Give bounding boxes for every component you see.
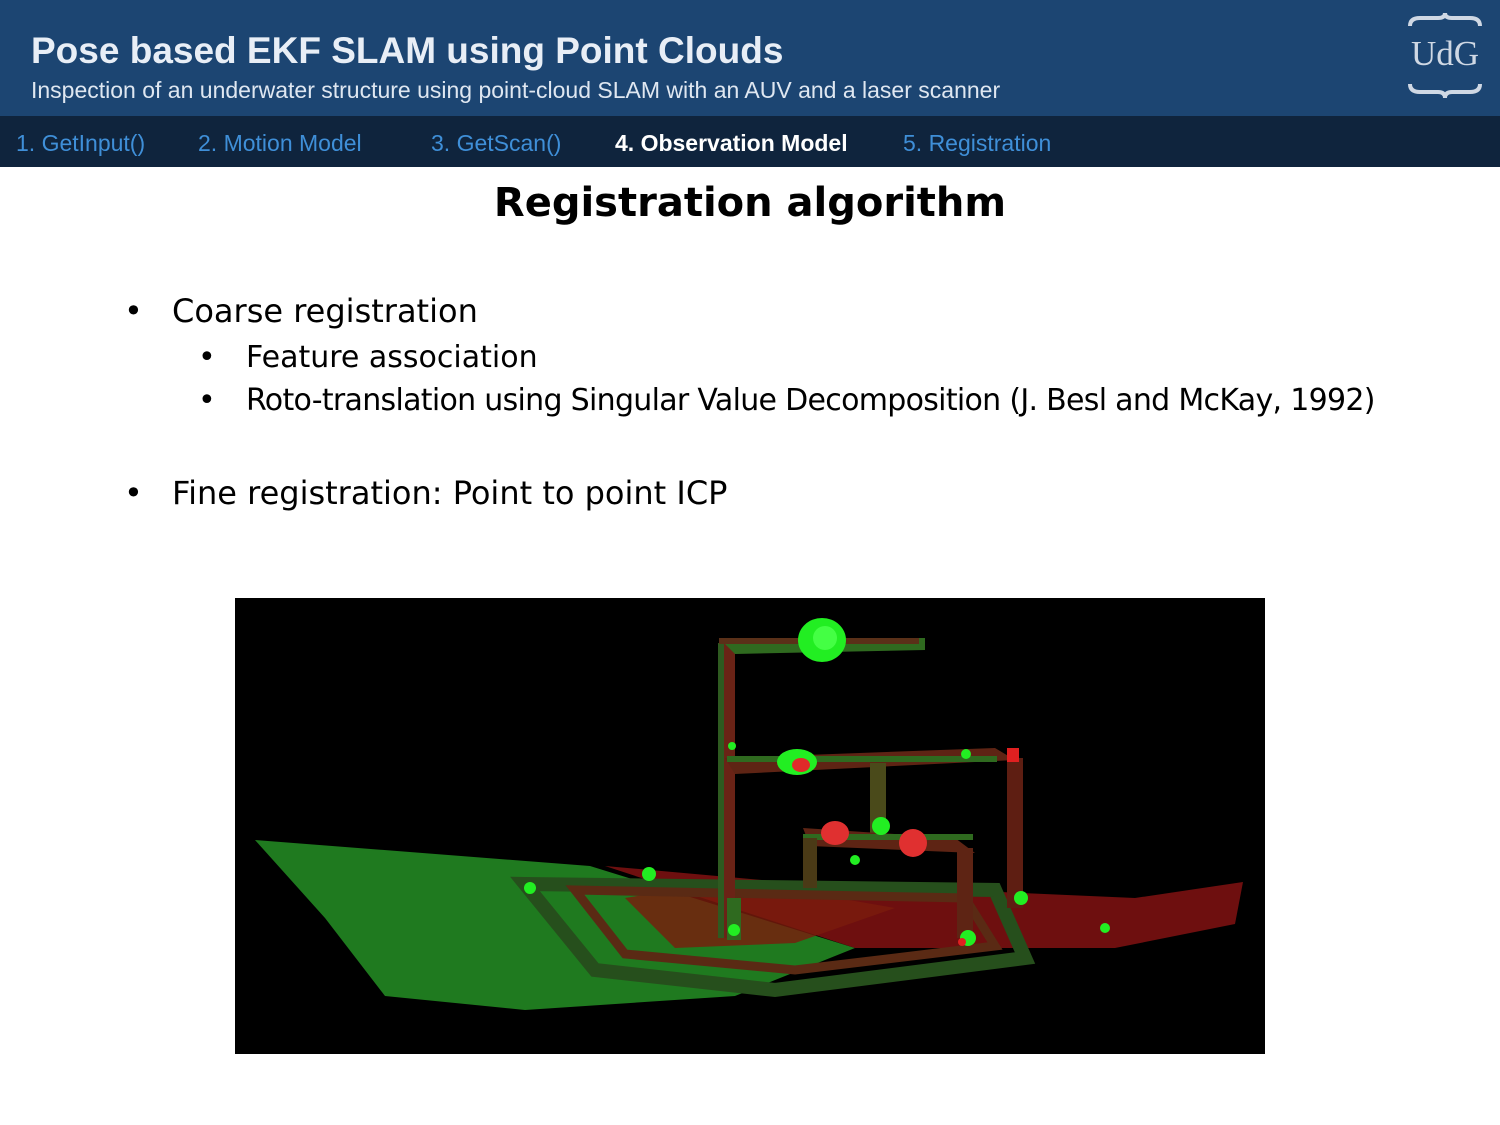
bullet-dot: • [198,383,216,418]
bullet-text: Feature association [246,340,538,375]
nav-item-getinput[interactable]: 1. GetInput() [16,130,145,157]
slide-heading: Registration algorithm [493,180,1007,226]
bullet-dot: • [124,292,143,330]
nav-item-registration[interactable]: 5. Registration [903,130,1051,157]
nav-item-getscan[interactable]: 3. GetScan() [431,130,561,157]
nav-item-motion-model[interactable]: 2. Motion Model [198,130,362,157]
bullet-text: Fine registration: Point to point ICP [172,474,728,512]
point-cloud-registration-image [235,598,1265,1054]
bullet-dot: • [124,474,143,512]
nav-item-observation-model[interactable]: 4. Observation Model [615,130,848,157]
bullet-text: Coarse registration [172,292,478,330]
section-nav: 1. GetInput() 2. Motion Model 3. GetScan… [0,116,1500,167]
udg-logo: UdG [1404,12,1486,102]
bullet-text: Roto-translation using Singular Value De… [246,383,1375,418]
presentation-title: Pose based EKF SLAM using Point Clouds [31,30,784,71]
slide-header: Pose based EKF SLAM using Point Clouds I… [0,0,1500,116]
logo-text: UdG [1410,34,1480,73]
bullet-dot: • [198,340,216,375]
point-cloud-render [255,618,1243,1010]
presentation-subtitle: Inspection of an underwater structure us… [31,77,1001,103]
